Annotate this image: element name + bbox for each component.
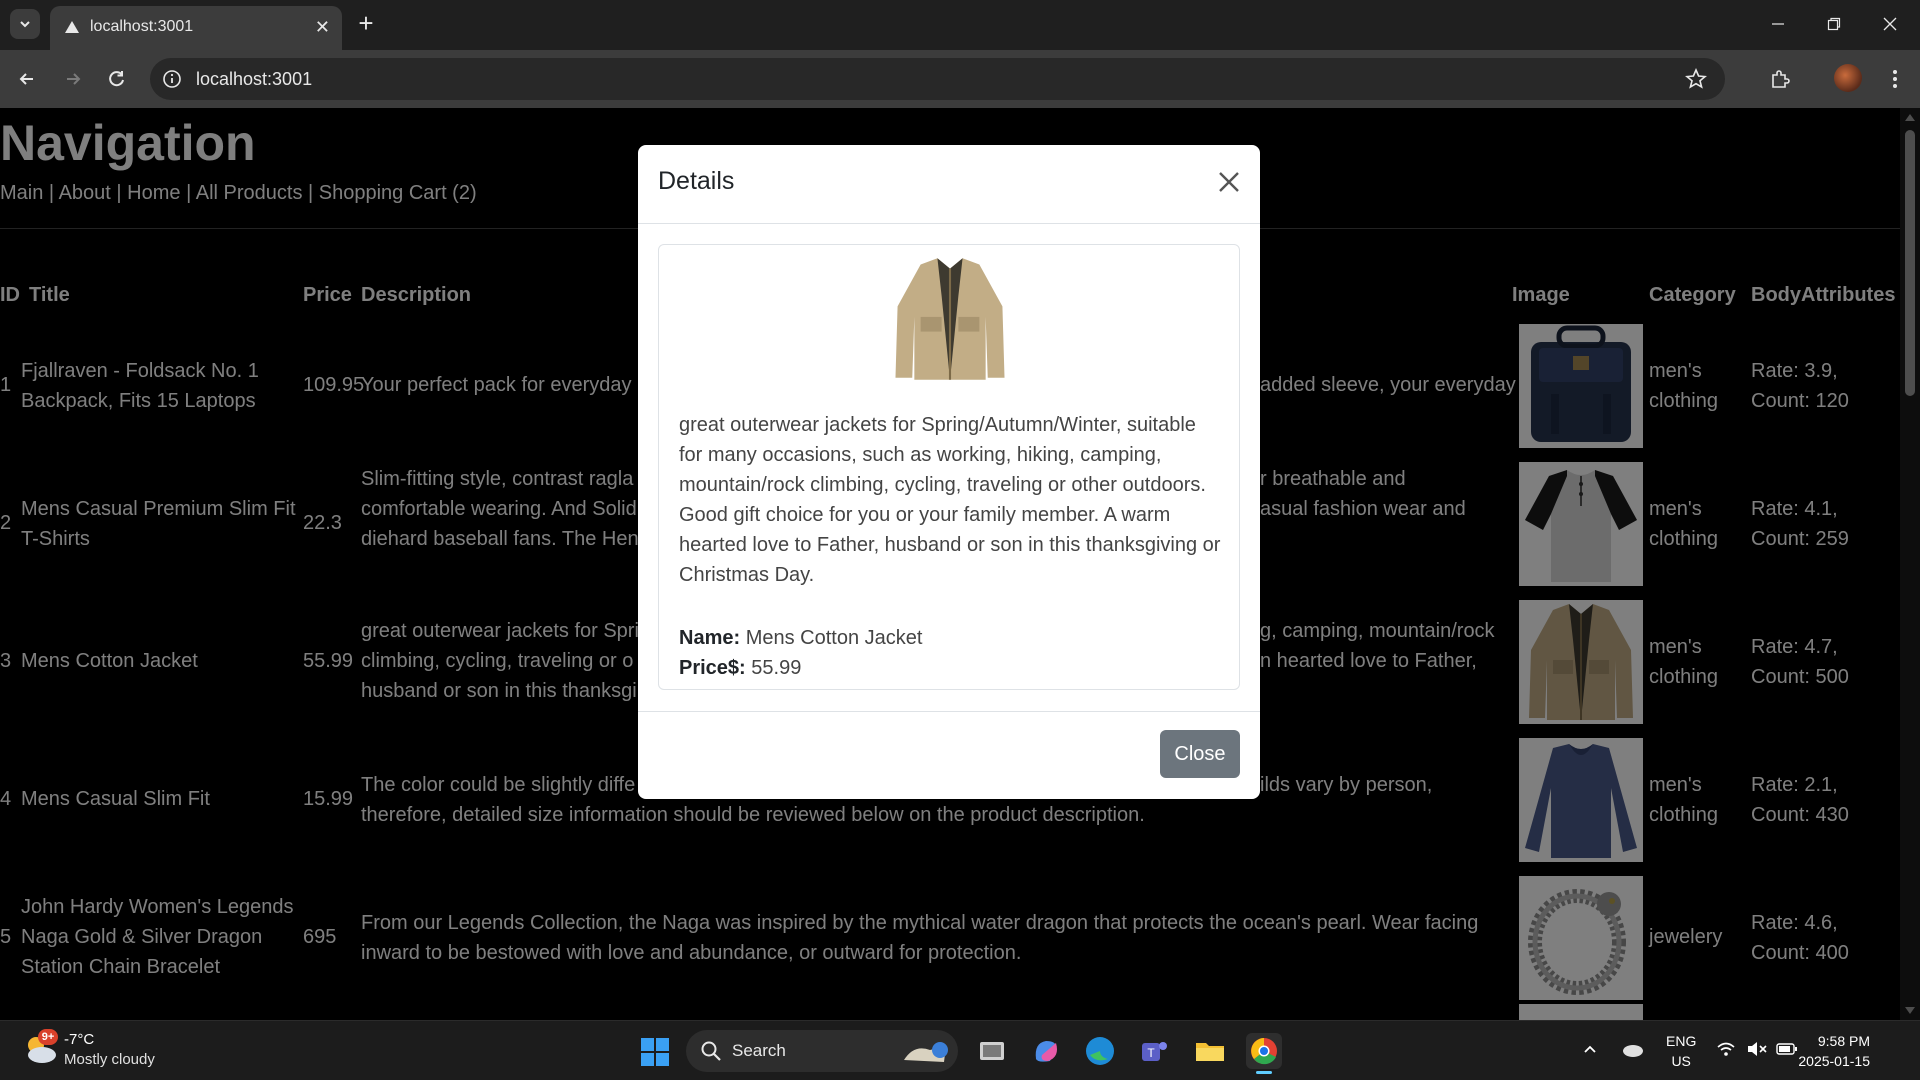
reload-button[interactable] <box>102 64 132 94</box>
taskbar: 9+ -7°C Mostly cloudy Search T ENG US 9:… <box>0 1020 1920 1080</box>
battery-icon[interactable] <box>1776 1041 1798 1057</box>
clock-time: 9:58 PM <box>1817 1033 1870 1049</box>
modal-close-icon[interactable] <box>1214 167 1244 197</box>
name-value: Mens Cotton Jacket <box>745 627 923 649</box>
close-button[interactable]: Close <box>1160 730 1240 778</box>
search-highlight-icon <box>904 1042 948 1062</box>
weather-temperature[interactable]: -7°C <box>64 1031 94 1048</box>
file-explorer-icon[interactable] <box>1192 1033 1228 1069</box>
edge-icon[interactable] <box>1082 1033 1118 1069</box>
clock-date: 2025-01-15 <box>1798 1053 1870 1069</box>
product-name: Name: Mens Cotton Jacket <box>679 623 922 653</box>
region-code: US <box>1671 1053 1691 1069</box>
tab-search-button[interactable] <box>10 9 40 39</box>
product-description: great outerwear jackets for Spring/Autum… <box>679 414 1221 586</box>
triangle-favicon-icon <box>65 21 79 33</box>
product-card: great outerwear jackets for Spring/Autum… <box>658 244 1240 690</box>
windows-start-icon[interactable] <box>640 1037 670 1067</box>
info-icon[interactable] <box>162 69 182 89</box>
reload-icon <box>109 71 124 87</box>
search-placeholder: Search <box>732 1041 786 1060</box>
url-text[interactable]: localhost:3001 <box>196 69 312 90</box>
minimize-icon <box>1772 23 1784 25</box>
weather-description[interactable]: Mostly cloudy <box>64 1051 155 1068</box>
search-icon <box>701 1041 721 1061</box>
modal-title: Details <box>658 167 735 195</box>
name-label: Name: <box>679 627 741 649</box>
new-tab-button[interactable]: + <box>352 10 380 38</box>
browser-tab[interactable]: localhost:3001 ✕ <box>50 6 342 50</box>
arrow-left-icon <box>19 73 33 85</box>
browser-toolbar: localhost:3001 <box>0 50 1920 108</box>
task-view-icon[interactable] <box>974 1033 1010 1069</box>
puzzle-icon <box>1772 70 1790 88</box>
close-icon <box>1883 17 1897 31</box>
back-button[interactable] <box>12 64 42 94</box>
tab-title: localhost:3001 <box>90 18 194 35</box>
page-content: Navigation Main | About | Home | All Pro… <box>0 108 1920 1020</box>
restore-button[interactable] <box>1814 10 1854 38</box>
language-indicator[interactable]: ENG US <box>1666 1031 1696 1071</box>
clock[interactable]: 9:58 PM 2025-01-15 <box>1798 1031 1870 1071</box>
profile-avatar[interactable] <box>1834 64 1862 92</box>
minimize-button[interactable] <box>1758 10 1798 38</box>
jacket-icon <box>895 258 1005 380</box>
taskbar-search[interactable]: Search <box>686 1030 958 1072</box>
arrow-right-icon <box>67 73 81 85</box>
close-icon <box>1219 172 1239 192</box>
svg-text:T: T <box>1147 1046 1155 1060</box>
browser-menu-button[interactable] <box>1880 64 1910 94</box>
volume-muted-icon[interactable] <box>1746 1041 1768 1057</box>
bookmark-star-icon[interactable] <box>1685 68 1707 90</box>
details-modal: Details great outerwear jackets for Spri… <box>638 145 1260 799</box>
chevron-up-icon[interactable] <box>1582 1041 1598 1057</box>
extensions-button[interactable] <box>1765 64 1795 94</box>
more-vertical-icon <box>1893 70 1897 88</box>
chrome-icon[interactable] <box>1246 1033 1282 1074</box>
browser-tab-bar: localhost:3001 ✕ + <box>0 0 1920 50</box>
copilot-icon[interactable] <box>1028 1033 1064 1069</box>
wifi-icon[interactable] <box>1716 1041 1736 1057</box>
close-window-button[interactable] <box>1870 10 1910 38</box>
onedrive-cloud-icon[interactable] <box>1620 1041 1644 1057</box>
chevron-down-icon <box>20 21 30 28</box>
price-label: Price$: <box>679 657 746 679</box>
modal-footer: Close <box>638 711 1260 799</box>
forward-button[interactable] <box>58 64 88 94</box>
teams-icon[interactable]: T <box>1136 1033 1172 1069</box>
restore-icon <box>1827 17 1841 31</box>
address-bar[interactable]: localhost:3001 <box>150 58 1725 100</box>
weather-badge: 9+ <box>38 1029 58 1045</box>
language-code: ENG <box>1666 1033 1697 1049</box>
modal-header: Details <box>638 145 1260 224</box>
price-value: 55.99 <box>751 657 802 679</box>
tab-close-icon[interactable]: ✕ <box>315 18 330 36</box>
product-price: Price$: 55.99 <box>679 653 801 683</box>
